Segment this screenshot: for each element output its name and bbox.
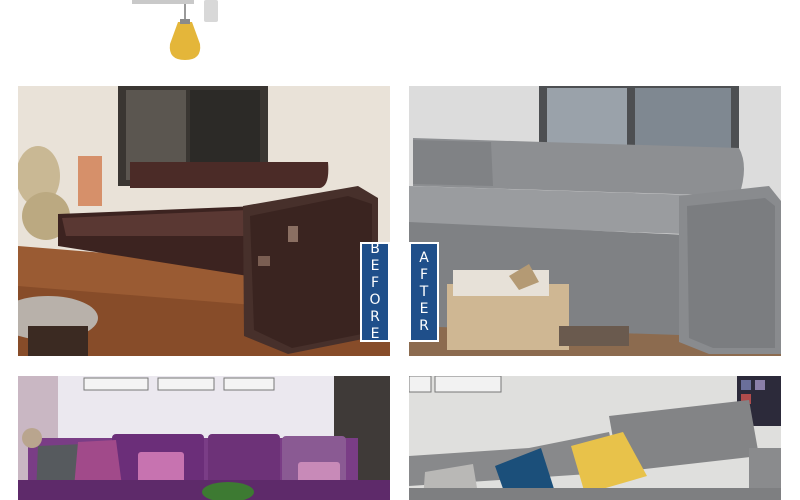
- after-label-tag: AFTER: [409, 242, 439, 342]
- pendant-lamp-illustration: [120, 0, 230, 64]
- grey-sofa-with-pillows-photo: [409, 376, 781, 500]
- sofa-cover-before-after-page: BEFORE AFTER: [0, 0, 800, 500]
- before-photo-leather-sofa: BEFORE: [18, 86, 390, 356]
- before-label-tag: BEFORE: [360, 241, 390, 343]
- before-label-text: BEFORE: [367, 241, 383, 343]
- purple-velvet-sofa-photo: [18, 376, 390, 500]
- after-label-text: AFTER: [416, 249, 432, 335]
- after-photo-grey-sofa: AFTER: [409, 86, 781, 356]
